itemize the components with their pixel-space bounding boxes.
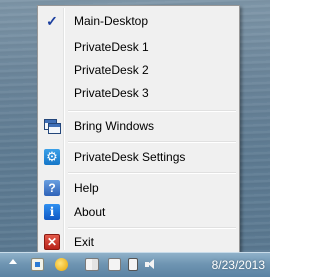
menu-item-label: Exit [74, 235, 95, 249]
app-tray-icon[interactable] [55, 258, 68, 271]
menu-separator [68, 141, 236, 143]
power-icon[interactable] [128, 258, 138, 271]
menu-item-main-desktop[interactable]: ✓ Main-Desktop [40, 10, 237, 32]
menu-item-label: PrivateDesk 1 [74, 40, 149, 54]
menu-item-label: Help [74, 181, 99, 195]
menu-item-label: Main-Desktop [74, 14, 149, 28]
help-icon: ? [44, 180, 60, 196]
menu-item-privatedesk-3[interactable]: PrivateDesk 3 [40, 82, 237, 104]
network-icon[interactable] [108, 258, 121, 271]
menu-item-help[interactable]: ? Help [40, 177, 237, 199]
volume-icon[interactable] [145, 258, 157, 271]
check-icon: ✓ [46, 13, 58, 29]
menu-item-bring-windows[interactable]: Bring Windows [40, 115, 237, 137]
taskbar-clock[interactable]: 8/23/2013 [170, 258, 265, 272]
menu-item-label: PrivateDesk Settings [74, 150, 186, 164]
taskbar: 8/23/2013 [0, 252, 270, 277]
show-hidden-icons-icon[interactable] [9, 259, 17, 264]
menu-separator [68, 227, 236, 229]
info-icon: i [44, 204, 60, 220]
context-menu: ✓ Main-Desktop PrivateDesk 1 PrivateDesk… [37, 5, 240, 253]
bring-windows-icon [44, 118, 61, 134]
menu-item-settings[interactable]: ⚙ PrivateDesk Settings [40, 146, 237, 168]
menu-item-about[interactable]: i About [40, 201, 237, 223]
menu-item-privatedesk-1[interactable]: PrivateDesk 1 [40, 36, 237, 58]
menu-item-privatedesk-2[interactable]: PrivateDesk 2 [40, 59, 237, 81]
menu-item-label: PrivateDesk 2 [74, 63, 149, 77]
menu-separator [68, 172, 236, 174]
menu-item-label: PrivateDesk 3 [74, 86, 149, 100]
menu-item-label: Bring Windows [74, 119, 155, 133]
menu-item-exit[interactable]: ✕ Exit [40, 231, 237, 253]
menu-item-label: About [74, 205, 106, 219]
menu-separator [68, 110, 236, 112]
privatedesk-tray-icon[interactable] [31, 258, 44, 271]
gear-icon: ⚙ [44, 149, 60, 165]
exit-icon: ✕ [44, 234, 60, 250]
action-center-icon[interactable] [85, 258, 99, 271]
